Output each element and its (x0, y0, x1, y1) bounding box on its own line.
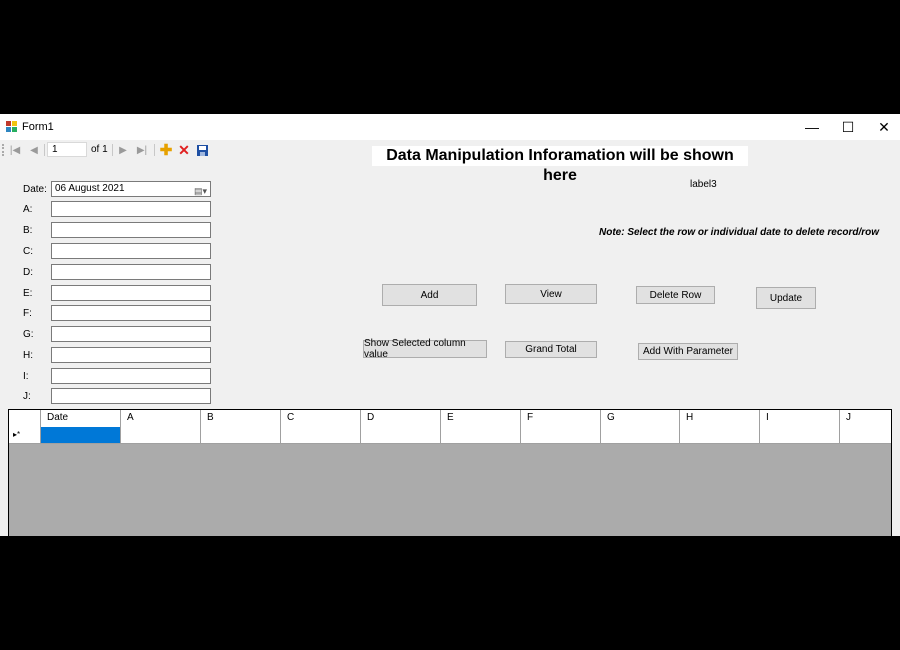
field-e-input[interactable] (51, 285, 211, 301)
window-title: Form1 (22, 121, 54, 133)
field-d-input[interactable] (51, 264, 211, 280)
grid-cell[interactable] (840, 427, 891, 443)
column-header-i[interactable]: I (760, 410, 840, 427)
separator (44, 144, 45, 156)
position-input[interactable]: 1 (47, 142, 87, 157)
move-first-icon[interactable]: |◀ (8, 143, 22, 157)
column-header-g[interactable]: G (601, 410, 680, 427)
grid-cell[interactable] (281, 427, 361, 443)
grid-cell[interactable] (680, 427, 760, 443)
field-f-input[interactable] (51, 305, 211, 321)
grid-cell[interactable] (361, 427, 441, 443)
save-icon[interactable] (195, 143, 209, 157)
date-label: Date: (23, 184, 47, 195)
form-window: Form1 — ☐ ✕ |◀ ◀ 1 of 1 ▶ ▶| ✚ ✕ Data Ma… (0, 114, 900, 536)
field-h-input[interactable] (51, 347, 211, 363)
add-new-icon[interactable]: ✚ (159, 142, 173, 159)
title-bar: Form1 — ☐ ✕ (0, 114, 900, 140)
add-button[interactable]: Add (382, 284, 477, 306)
move-last-icon[interactable]: ▶| (135, 143, 149, 157)
toolbar-grip[interactable] (2, 144, 6, 156)
column-header-h[interactable]: H (680, 410, 760, 427)
form-app-icon (6, 121, 17, 132)
grand-total-button[interactable]: Grand Total (505, 341, 597, 358)
grid-cell[interactable] (121, 427, 201, 443)
show-selected-column-button[interactable]: Show Selected column value (363, 338, 487, 360)
field-label-c: C: (23, 246, 33, 257)
move-previous-icon[interactable]: ◀ (27, 143, 41, 157)
field-label-f: F: (23, 308, 32, 319)
field-label-h: H: (23, 350, 33, 361)
maximize-button[interactable]: ☐ (830, 114, 866, 140)
field-label-i: I: (23, 371, 29, 382)
column-header-b[interactable]: B (201, 410, 281, 427)
move-next-icon[interactable]: ▶ (116, 143, 130, 157)
delete-icon[interactable]: ✕ (177, 142, 191, 158)
delete-row-button[interactable]: Delete Row (636, 286, 715, 304)
field-label-a: A: (23, 204, 33, 215)
field-a-input[interactable] (51, 201, 211, 217)
delete-note: Note: Select the row or individual date … (599, 227, 880, 238)
date-value: 06 August 2021 (55, 183, 125, 194)
row-header-corner[interactable] (9, 410, 41, 427)
field-c-input[interactable] (51, 243, 211, 259)
column-header-d[interactable]: D (361, 410, 441, 427)
calendar-dropdown-icon[interactable]: ▤▾ (194, 184, 207, 198)
add-with-parameter-button[interactable]: Add With Parameter (638, 343, 738, 360)
count-label: of 1 (91, 144, 108, 155)
page-title: Data Manipulation Inforamation will be s… (372, 146, 748, 184)
column-header-e[interactable]: E (441, 410, 521, 427)
minimize-button[interactable]: — (794, 114, 830, 140)
grid-cell[interactable] (760, 427, 840, 443)
grid-cell[interactable] (601, 427, 680, 443)
column-header-c[interactable]: C (281, 410, 361, 427)
grid-cell-date-selected[interactable] (41, 427, 121, 443)
field-label-d: D: (23, 267, 33, 278)
column-header-date[interactable]: Date (41, 410, 121, 427)
field-j-input[interactable] (51, 388, 211, 404)
field-g-input[interactable] (51, 326, 211, 342)
table-row-new[interactable]: ▸* (9, 427, 891, 444)
field-b-input[interactable] (51, 222, 211, 238)
grid-cell[interactable] (441, 427, 521, 443)
update-button[interactable]: Update (756, 287, 816, 309)
column-header-f[interactable]: F (521, 410, 601, 427)
grid-cell[interactable] (521, 427, 601, 443)
new-row-marker[interactable]: ▸* (9, 427, 41, 443)
field-label-j: J: (23, 391, 31, 402)
label3: label3 (690, 179, 717, 190)
separator (154, 144, 155, 156)
column-header-j[interactable]: J (840, 410, 891, 427)
view-button[interactable]: View (505, 284, 597, 304)
field-label-e: E: (23, 288, 33, 299)
field-label-g: G: (23, 329, 34, 340)
field-label-b: B: (23, 225, 33, 236)
date-picker[interactable]: 06 August 2021 ▤▾ (51, 181, 211, 197)
field-i-input[interactable] (51, 368, 211, 384)
close-button[interactable]: ✕ (866, 114, 900, 140)
data-grid[interactable]: Date A B C D E F G H I J ▸* (8, 409, 892, 536)
column-header-a[interactable]: A (121, 410, 201, 427)
separator (112, 144, 113, 156)
grid-header-row: Date A B C D E F G H I J (9, 410, 891, 428)
grid-cell[interactable] (201, 427, 281, 443)
